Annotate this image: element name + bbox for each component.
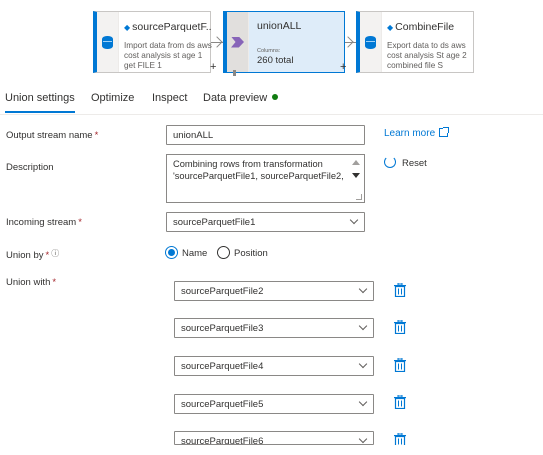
required-marker: * [94,130,99,141]
union-icon-box [227,12,249,72]
tab-inspect[interactable]: Inspect [152,92,187,104]
union-by-position-radio[interactable]: Position [217,246,268,259]
learn-more-link[interactable]: Learn more [384,127,450,139]
chevron-down-icon [349,215,359,225]
trash-icon [394,320,406,334]
delete-stream-button[interactable] [394,358,406,372]
description-textarea[interactable]: Combining rows from transformation 'sour… [166,154,365,203]
sink-node-title: ◆ CombineFile [387,21,455,33]
scroll-up-arrow-icon[interactable] [352,160,360,165]
scroll-down-arrow-icon[interactable] [352,173,360,178]
settings-tab-bar: Union settings Optimize Inspect Data pre… [0,82,543,115]
connector-chevron-icon [211,36,223,48]
union-with-stream-dropdown[interactable]: sourceParquetFile4 [174,356,374,376]
active-tab-indicator [5,111,75,113]
sink-node[interactable]: ◆ CombineFile Export data to ds aws cost … [356,11,474,73]
add-transformation-button[interactable]: + [340,62,346,73]
delete-stream-button[interactable] [394,283,406,297]
tab-data-preview-label: Data preview [203,92,268,104]
union-with-stream-dropdown[interactable]: sourceParquetFile3 [174,318,374,338]
radio-checked-icon [165,246,178,259]
union-node-handle[interactable] [233,70,236,76]
trash-icon [394,283,406,297]
trash-icon [394,395,406,409]
sink-icon-box [360,12,382,72]
info-icon[interactable]: ⓘ [51,249,59,258]
union-node[interactable]: unionALL Columns: 260 total [223,11,345,73]
chevron-down-icon [358,434,368,444]
trash-icon [394,358,406,372]
union-columns-total: 260 total [257,55,294,66]
delete-stream-button[interactable] [394,395,406,409]
source-node-description: Import data from ds aws cost analysis st… [124,41,212,70]
delete-stream-button[interactable] [394,433,406,445]
description-text: Combining rows from transformation 'sour… [173,159,344,181]
union-columns-label: Columns: [257,48,281,54]
output-stream-name-input[interactable]: unionALL [166,125,365,145]
database-icon [102,35,113,49]
sink-node-description: Export data to ds aws cost analysis St a… [387,41,467,70]
incoming-stream-dropdown[interactable]: sourceParquetFile1 [166,212,365,232]
delete-stream-button[interactable] [394,320,406,334]
required-marker: * [45,250,50,261]
description-label: Description [6,162,54,173]
union-node-title: unionALL [257,20,302,32]
diamond-icon: ◆ [387,23,394,32]
tab-optimize[interactable]: Optimize [91,92,134,104]
union-with-stream-dropdown[interactable]: sourceParquetFile5 [174,394,374,414]
chevron-down-icon [358,359,368,369]
output-stream-name-label: Output stream name * [6,130,99,141]
chevron-down-icon [358,321,368,331]
source-node-title: ◆ sourceParquetF... [124,21,212,33]
resize-handle-icon[interactable] [356,194,362,200]
add-transformation-button[interactable]: + [210,62,216,73]
union-by-label: Union by * ⓘ [6,249,60,261]
incoming-stream-label: Incoming stream * [6,217,82,228]
trash-icon [394,433,406,445]
required-marker: * [52,277,57,288]
reset-icon [384,156,396,168]
required-marker: * [78,217,82,228]
source-node[interactable]: ◆ sourceParquetF... Import data from ds a… [93,11,212,73]
database-icon [365,35,376,49]
diamond-icon: ◆ [124,23,131,32]
chevron-down-icon [358,284,368,294]
tab-data-preview[interactable]: Data preview [203,92,279,104]
data-flow-canvas[interactable]: ◆ sourceParquetF... Import data from ds a… [0,0,543,82]
source-icon-box [97,12,119,72]
tab-union-settings[interactable]: Union settings [5,92,75,104]
union-with-stream-dropdown[interactable]: sourceParquetFile6 [174,431,374,445]
chevron-down-icon [358,397,368,407]
union-with-stream-dropdown[interactable]: sourceParquetFile2 [174,281,374,301]
status-dot-icon [272,94,279,100]
union-with-label: Union with * [6,277,57,288]
union-by-name-radio[interactable]: Name [165,246,207,259]
reset-button[interactable]: Reset [384,156,427,169]
external-link-icon [439,127,450,137]
radio-unchecked-icon [217,246,230,259]
union-icon [231,36,244,48]
